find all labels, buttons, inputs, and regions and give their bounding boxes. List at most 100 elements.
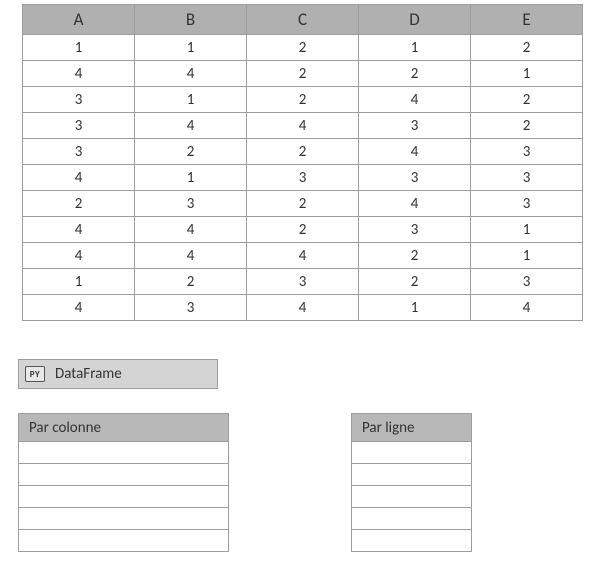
cell[interactable] (19, 486, 229, 508)
cell[interactable]: 3 (247, 165, 359, 191)
table-row: 41333 (23, 165, 583, 191)
table-row (352, 508, 472, 530)
cell[interactable]: 4 (23, 243, 135, 269)
per-row-table[interactable]: Par ligne (351, 413, 472, 552)
cell[interactable]: 3 (359, 217, 471, 243)
cell[interactable]: 1 (471, 61, 583, 87)
cell[interactable] (19, 464, 229, 486)
cell[interactable]: 4 (359, 139, 471, 165)
cell[interactable]: 2 (135, 269, 247, 295)
cell[interactable]: 2 (359, 61, 471, 87)
table-row: 32243 (23, 139, 583, 165)
table-row (19, 464, 229, 486)
table-row (352, 530, 472, 552)
table-row (352, 464, 472, 486)
cell[interactable]: 4 (23, 217, 135, 243)
cell[interactable]: 2 (359, 243, 471, 269)
python-icon: PY (25, 366, 45, 382)
cell[interactable]: 2 (247, 35, 359, 61)
cell[interactable]: 2 (135, 139, 247, 165)
column-header[interactable]: A (23, 5, 135, 35)
cell[interactable]: 1 (359, 35, 471, 61)
cell[interactable] (352, 530, 472, 552)
cell[interactable]: 4 (135, 61, 247, 87)
cell[interactable]: 2 (247, 61, 359, 87)
cell[interactable]: 4 (359, 191, 471, 217)
column-header[interactable]: E (471, 5, 583, 35)
cell[interactable]: 1 (23, 269, 135, 295)
table-row: 34432 (23, 113, 583, 139)
worksheet: ABCDE 1121244221312423443232243413332324… (0, 4, 600, 552)
cell[interactable]: 4 (359, 87, 471, 113)
table-row: 31242 (23, 87, 583, 113)
cell[interactable]: 4 (23, 165, 135, 191)
cell[interactable]: 3 (471, 139, 583, 165)
cell[interactable]: 2 (23, 191, 135, 217)
cell[interactable]: 2 (471, 113, 583, 139)
cell[interactable]: 2 (471, 35, 583, 61)
table-row: 43414 (23, 295, 583, 321)
cell[interactable]: 4 (135, 243, 247, 269)
cell[interactable] (352, 486, 472, 508)
column-header[interactable]: C (247, 5, 359, 35)
cell[interactable]: 2 (471, 87, 583, 113)
cell[interactable]: 1 (359, 295, 471, 321)
cell[interactable]: 3 (359, 165, 471, 191)
dataframe-label: DataFrame (55, 365, 122, 383)
cell[interactable]: 3 (471, 165, 583, 191)
table-row (19, 530, 229, 552)
cell[interactable]: 1 (471, 217, 583, 243)
cell[interactable]: 4 (471, 295, 583, 321)
cell[interactable]: 3 (247, 269, 359, 295)
cell[interactable]: 4 (247, 243, 359, 269)
cell[interactable] (19, 442, 229, 464)
cell[interactable] (19, 530, 229, 552)
cell[interactable]: 3 (135, 295, 247, 321)
cell[interactable] (352, 464, 472, 486)
table-header-row: ABCDE (23, 5, 583, 35)
cell[interactable] (352, 442, 472, 464)
cell[interactable]: 4 (23, 295, 135, 321)
cell[interactable]: 4 (247, 295, 359, 321)
cell[interactable]: 1 (23, 35, 135, 61)
cell[interactable]: 2 (247, 217, 359, 243)
cell[interactable]: 3 (471, 191, 583, 217)
cell[interactable]: 3 (23, 87, 135, 113)
cell[interactable]: 3 (23, 113, 135, 139)
cell[interactable] (352, 508, 472, 530)
cell[interactable]: 4 (135, 217, 247, 243)
per-column-table[interactable]: Par colonne (18, 413, 229, 552)
table-row (19, 486, 229, 508)
dataframe-cell[interactable]: PY DataFrame (18, 359, 218, 389)
cell[interactable]: 3 (23, 139, 135, 165)
per-column-header: Par colonne (19, 414, 229, 442)
column-header[interactable]: B (135, 5, 247, 35)
table-row: 44221 (23, 61, 583, 87)
cell[interactable]: 2 (247, 139, 359, 165)
table-row (352, 442, 472, 464)
cell[interactable]: 3 (359, 113, 471, 139)
cell[interactable]: 4 (135, 113, 247, 139)
table-row: 12323 (23, 269, 583, 295)
table-row: 23243 (23, 191, 583, 217)
cell[interactable]: 1 (471, 243, 583, 269)
table-row (352, 486, 472, 508)
table-row (19, 442, 229, 464)
table-row: 44421 (23, 243, 583, 269)
cell[interactable]: 2 (247, 191, 359, 217)
cell[interactable]: 4 (23, 61, 135, 87)
cell[interactable]: 1 (135, 35, 247, 61)
main-data-table[interactable]: ABCDE 1121244221312423443232243413332324… (22, 4, 583, 321)
cell[interactable]: 4 (247, 113, 359, 139)
table-row: 44231 (23, 217, 583, 243)
column-header[interactable]: D (359, 5, 471, 35)
cell[interactable]: 2 (359, 269, 471, 295)
cell[interactable]: 2 (247, 87, 359, 113)
cell[interactable]: 3 (135, 191, 247, 217)
per-row-header: Par ligne (352, 414, 472, 442)
cell[interactable] (19, 508, 229, 530)
cell[interactable]: 3 (471, 269, 583, 295)
cell[interactable]: 1 (135, 87, 247, 113)
table-row: 11212 (23, 35, 583, 61)
cell[interactable]: 1 (135, 165, 247, 191)
